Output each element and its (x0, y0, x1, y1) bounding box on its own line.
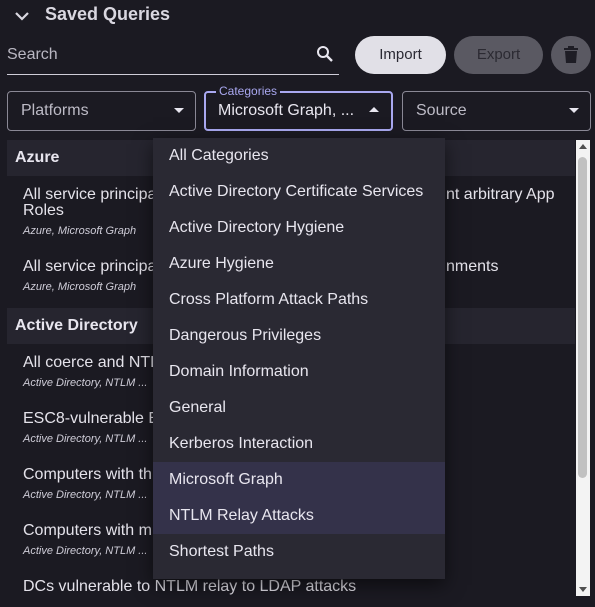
source-select-value: Source (416, 102, 467, 119)
group-title: Azure (15, 149, 60, 166)
query-name: All service principa (23, 258, 157, 275)
scrollbar-thumb[interactable] (578, 157, 587, 478)
query-name: DCs vulnerable to NTLM relay to LDAP att… (23, 578, 357, 595)
menu-item-label: Active Directory Certificate Services (169, 183, 424, 200)
menu-item-label: Azure Hygiene (169, 255, 274, 272)
menu-item-label: All Categories (169, 147, 269, 164)
query-name: ESC8-vulnerable E (23, 410, 160, 427)
menu-item-adcs[interactable]: Active Directory Certificate Services (153, 174, 445, 210)
menu-item-domain-information[interactable]: Domain Information (153, 354, 445, 390)
query-tags: Azure, Microsoft Graph (23, 281, 137, 293)
export-button[interactable]: Export (454, 36, 543, 74)
scroll-up-arrow-icon[interactable] (579, 144, 587, 149)
menu-item-label: Kerberos Interaction (169, 435, 314, 452)
import-button[interactable]: Import (355, 36, 446, 74)
page-title: Saved Queries (45, 4, 171, 24)
list-scrollbar[interactable] (576, 140, 590, 596)
saved-queries-header[interactable]: Saved Queries (0, 0, 595, 32)
delete-button[interactable] (551, 36, 591, 74)
query-tags: Azure, Microsoft Graph (23, 225, 137, 237)
menu-item-general[interactable]: General (153, 390, 445, 426)
scroll-down-arrow-icon[interactable] (579, 587, 587, 592)
search-field[interactable] (7, 38, 339, 75)
menu-item-microsoft-graph[interactable]: Microsoft Graph (153, 462, 445, 498)
dropdown-arrow-icon (174, 108, 184, 113)
query-name: Computers with m (23, 522, 152, 539)
dropdown-arrow-icon (569, 108, 579, 113)
search-icon[interactable] (316, 45, 334, 63)
categories-dropdown-menu: All Categories Active Directory Certific… (153, 138, 445, 579)
menu-item-dangerous-privileges[interactable]: Dangerous Privileges (153, 318, 445, 354)
dropdown-arrow-icon (369, 107, 379, 112)
menu-item-label: Domain Information (169, 363, 309, 380)
menu-item-label: NTLM Relay Attacks (169, 507, 314, 524)
source-select[interactable]: Source (402, 91, 591, 131)
menu-item-azure-hygiene[interactable]: Azure Hygiene (153, 246, 445, 282)
platforms-select[interactable]: Platforms (7, 91, 196, 131)
menu-item-label: Microsoft Graph (169, 471, 283, 488)
group-title: Active Directory (15, 317, 138, 334)
menu-item-shortest-paths[interactable]: Shortest Paths (153, 534, 445, 570)
menu-item-label: Active Directory Hygiene (169, 219, 345, 236)
menu-item-label: Cross Platform Attack Paths (169, 291, 369, 308)
menu-item-all-categories[interactable]: All Categories (153, 138, 445, 174)
menu-item-ntlm-relay[interactable]: NTLM Relay Attacks (153, 498, 445, 534)
query-name-continued: nt arbitrary App (446, 186, 555, 203)
platforms-select-value: Platforms (21, 102, 89, 119)
menu-item-label: General (169, 399, 226, 416)
query-name: All service principa (23, 186, 157, 203)
query-name-continued: nments (446, 258, 499, 275)
query-name: All coerce and NTL (23, 354, 160, 371)
menu-item-label: Dangerous Privileges (169, 327, 322, 344)
query-name-line2: Roles (23, 202, 64, 219)
menu-item-kerberos[interactable]: Kerberos Interaction (153, 426, 445, 462)
menu-item-cross-platform[interactable]: Cross Platform Attack Paths (153, 282, 445, 318)
menu-item-label: Shortest Paths (169, 543, 274, 560)
menu-item-ad-hygiene[interactable]: Active Directory Hygiene (153, 210, 445, 246)
categories-select-value: Microsoft Graph, ... (218, 102, 355, 119)
trash-icon (564, 46, 578, 63)
query-tags: Active Directory, NTLM ... (23, 377, 148, 389)
chevron-down-icon[interactable] (12, 6, 32, 26)
search-input[interactable] (7, 42, 297, 68)
categories-select[interactable]: Categories Microsoft Graph, ... (204, 84, 393, 131)
query-tags: Active Directory, NTLM ... (23, 433, 148, 445)
query-tags: Active Directory, NTLM ... (23, 489, 148, 501)
query-tags: Active Directory, NTLM ... (23, 545, 148, 557)
categories-select-label: Categories (216, 84, 281, 98)
query-name: Computers with th (23, 466, 152, 483)
